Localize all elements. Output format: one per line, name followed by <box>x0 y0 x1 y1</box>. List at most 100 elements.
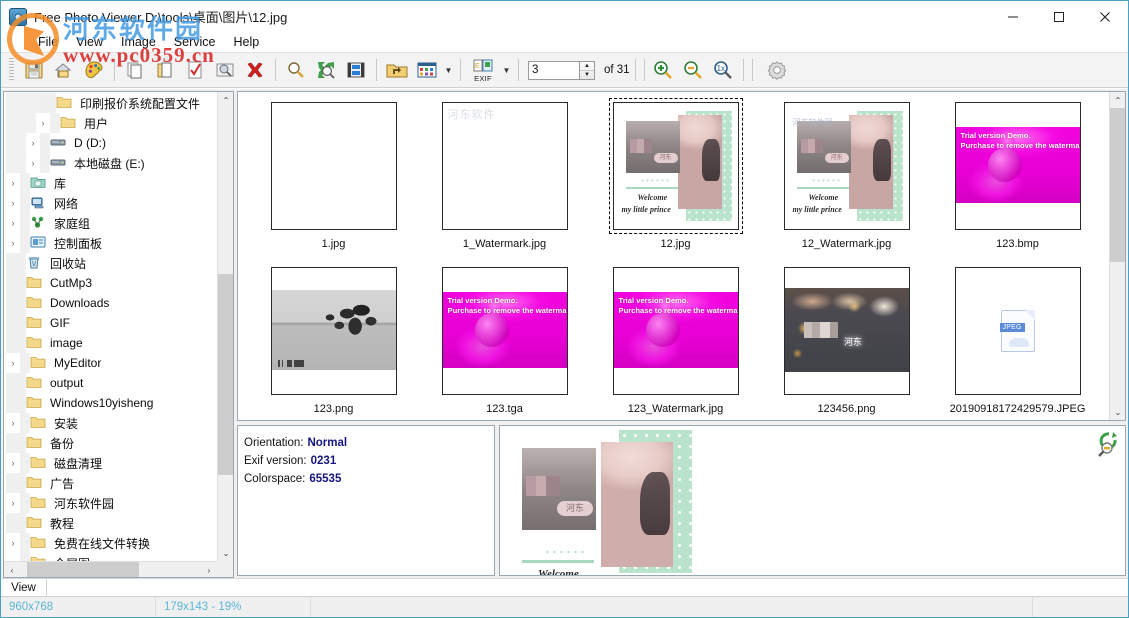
tree-item-9[interactable]: CutMp3 <box>4 273 217 293</box>
maximize-button[interactable] <box>1036 1 1082 32</box>
refresh-zoom-icon[interactable] <box>1092 431 1120 459</box>
tree-item-7[interactable]: ›控制面板 <box>4 233 217 253</box>
tree-item-13[interactable]: ›MyEditor <box>4 353 217 373</box>
tree-item-5[interactable]: ›网络 <box>4 193 217 213</box>
page-input[interactable] <box>528 61 580 80</box>
thumbnail-box[interactable] <box>271 267 397 395</box>
thumbnail-item[interactable]: JPEG20190918172429579.JPEG <box>932 263 1103 421</box>
settings-button[interactable] <box>762 55 792 85</box>
tree-item-15[interactable]: Windows10yisheng <box>4 393 217 413</box>
menu-image[interactable]: Image <box>112 34 165 50</box>
thumbnail-item[interactable]: Trial version Demo.Purchase to remove th… <box>419 263 590 421</box>
page-spin-up[interactable]: ▲ <box>580 62 594 71</box>
tree-item-4[interactable]: ›库 <box>4 173 217 193</box>
tree-item-0[interactable]: 印刷报价系统配置文件 <box>4 93 217 113</box>
thumbnail-box[interactable]: Trial version Demo.Purchase to remove th… <box>442 267 568 395</box>
thumbnail-item[interactable]: 河东Welcomemy little prince12.jpg <box>590 98 761 263</box>
menu-service[interactable]: Service <box>165 34 225 50</box>
chevron-right-icon[interactable]: › <box>6 453 20 473</box>
tree-item-21[interactable]: 教程 <box>4 513 217 533</box>
thumbnail-vscroll-thumb[interactable] <box>1110 108 1126 262</box>
chevron-right-icon[interactable]: › <box>6 533 20 553</box>
copy-button[interactable] <box>120 55 150 85</box>
thumbnail-item[interactable]: 河东123456.png <box>761 263 932 421</box>
thumbnail-item[interactable]: Trial version Demo.Purchase to remove th… <box>932 98 1103 263</box>
thumbnail-frame[interactable]: Trial version Demo.Purchase to remove th… <box>442 267 568 395</box>
tree-item-22[interactable]: ›免费在线文件转换 <box>4 533 217 553</box>
tree-vertical-scrollbar[interactable]: ⌃ ⌄ <box>217 92 233 561</box>
tree-item-6[interactable]: ›家庭组 <box>4 213 217 233</box>
thumbnails-dropdown-arrow[interactable]: ▼ <box>442 56 455 84</box>
actual-size-button[interactable]: 1x <box>708 55 738 85</box>
preview-button[interactable] <box>210 55 240 85</box>
thumbnail-item[interactable]: 河东软件1_Watermark.jpg <box>419 98 590 263</box>
thumbnail-frame[interactable]: 河东Welcomemy little prince <box>613 102 739 230</box>
thumbnail-frame[interactable]: Trial version Demo.Purchase to remove th… <box>955 102 1081 230</box>
thumbnail-vscroll-track[interactable] <box>1110 108 1125 404</box>
tree-hscroll-track[interactable] <box>20 562 201 577</box>
thumbnail-scroll-down-button[interactable]: ⌄ <box>1110 404 1126 420</box>
tree-hscroll-thumb[interactable] <box>27 562 139 578</box>
tree-item-11[interactable]: GIF <box>4 313 217 333</box>
thumbnail-frame[interactable]: 河东软件 <box>442 102 568 230</box>
page-spin-down[interactable]: ▼ <box>580 71 594 79</box>
thumbnail-box[interactable]: JPEG <box>955 267 1081 395</box>
thumbnail-box[interactable]: Trial version Demo.Purchase to remove th… <box>613 267 739 395</box>
close-button[interactable] <box>1082 1 1128 32</box>
fit-screen-button[interactable] <box>311 55 341 85</box>
chevron-right-icon[interactable]: › <box>6 493 20 513</box>
chevron-right-icon[interactable]: › <box>6 553 20 561</box>
thumbnails-button[interactable] <box>412 55 442 85</box>
thumbnail-item[interactable]: Trial version Demo.Purchase to remove th… <box>590 263 761 421</box>
chevron-right-icon[interactable]: › <box>6 173 20 193</box>
menu-view[interactable]: View <box>67 34 112 50</box>
thumbnail-frame[interactable] <box>271 267 397 395</box>
tree-item-2[interactable]: ›D (D:) <box>4 133 217 153</box>
tree-scroll-down-button[interactable]: ⌄ <box>218 545 234 561</box>
chevron-right-icon[interactable]: › <box>26 133 40 153</box>
image-preview-pane[interactable]: 河东 Welcome my little prince <box>499 425 1126 576</box>
tree-scroll-left-button[interactable]: ‹ <box>4 562 20 578</box>
tree-item-18[interactable]: ›磁盘清理 <box>4 453 217 473</box>
paste-button[interactable] <box>150 55 180 85</box>
thumbnail-box[interactable]: 河东Welcomemy little prince <box>613 102 739 230</box>
thumbnail-frame[interactable]: JPEG <box>955 267 1081 395</box>
tree-item-23[interactable]: ›全屏图 <box>4 553 217 561</box>
thumbnail-frame[interactable]: Trial version Demo.Purchase to remove th… <box>613 267 739 395</box>
tree-horizontal-scrollbar[interactable]: ‹ › <box>4 561 217 577</box>
exif-dropdown-arrow[interactable]: ▼ <box>500 56 513 84</box>
save-as-button[interactable] <box>49 55 79 85</box>
menu-file[interactable]: File <box>29 34 67 50</box>
tree-item-1[interactable]: ›用户 <box>4 113 217 133</box>
zoom-button[interactable] <box>281 55 311 85</box>
thumbnail-frame[interactable] <box>271 102 397 230</box>
chevron-right-icon[interactable]: › <box>6 233 20 253</box>
thumbnail-box[interactable]: 河东软件 <box>442 102 568 230</box>
chevron-right-icon[interactable]: › <box>26 153 40 173</box>
thumbnail-frame[interactable]: 河东Welcomemy little prince河东软件园 <box>784 102 910 230</box>
zoom-in-button[interactable] <box>648 55 678 85</box>
tab-view[interactable]: View <box>1 579 47 597</box>
thumbnail-frame[interactable]: 河东 <box>784 267 910 395</box>
apply-button[interactable] <box>180 55 210 85</box>
thumbnail-box[interactable]: 河东 <box>784 267 910 395</box>
tree-item-12[interactable]: image <box>4 333 217 353</box>
save-button[interactable] <box>19 55 49 85</box>
toolbar-grip[interactable] <box>9 58 14 82</box>
thumbnail-box[interactable] <box>271 102 397 230</box>
tree-vscroll-thumb[interactable] <box>218 274 234 475</box>
thumbnail-scroll-up-button[interactable]: ⌃ <box>1110 92 1126 108</box>
thumbnail-vertical-scrollbar[interactable]: ⌃ ⌄ <box>1109 92 1125 420</box>
thumbnail-box[interactable]: Trial version Demo.Purchase to remove th… <box>955 102 1081 230</box>
chevron-right-icon[interactable]: › <box>6 193 20 213</box>
tree-scroll-right-button[interactable]: › <box>201 562 217 578</box>
chevron-right-icon[interactable]: › <box>36 113 50 133</box>
tree-scroll-up-button[interactable]: ⌃ <box>218 92 234 108</box>
chevron-right-icon[interactable]: › <box>6 213 20 233</box>
thumbnail-item[interactable]: 123.png <box>248 263 419 421</box>
thumbnail-item[interactable]: 河东Welcomemy little prince河东软件园12_Waterma… <box>761 98 932 263</box>
tree-item-19[interactable]: 广告 <box>4 473 217 493</box>
slideshow-button[interactable] <box>341 55 371 85</box>
thumbnail-box[interactable]: 河东Welcomemy little prince河东软件园 <box>784 102 910 230</box>
tree-item-14[interactable]: output <box>4 373 217 393</box>
